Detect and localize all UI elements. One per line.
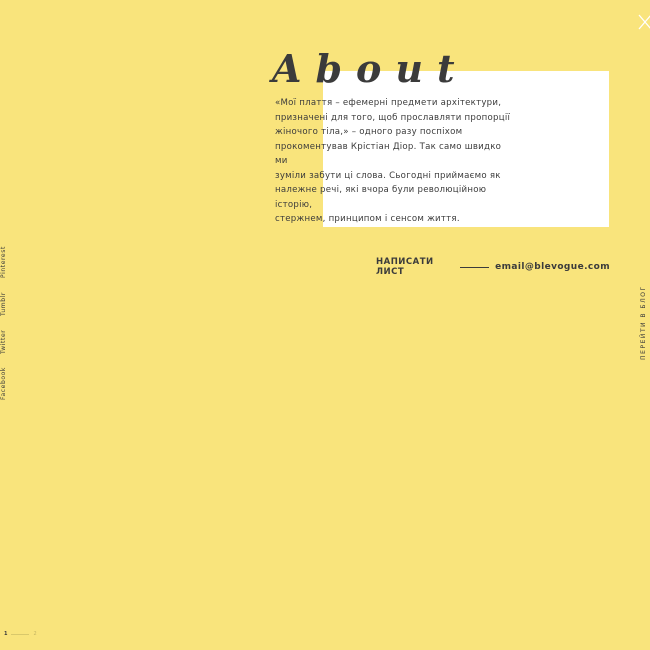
about-line: стержнем, принципом і сенсом життя. — [275, 214, 460, 224]
about-line: «Мої плаття – ефемерні предмети архітект… — [275, 98, 502, 108]
about-line: жіночого тіла,» – одного разу поспіхом — [275, 127, 463, 137]
social-nav: Facebook Twitter Tumblr Pinterest — [0, 246, 10, 402]
go-to-blog-link[interactable]: ПЕРЕЙТИ В БЛОГ — [640, 285, 647, 360]
about-line: призначені для того, щоб прославляти про… — [275, 112, 511, 123]
pager-divider — [11, 633, 30, 635]
close-icon[interactable] — [638, 14, 650, 30]
social-link-facebook[interactable]: Facebook — [0, 367, 7, 400]
contact-row: НАПИСАТИ ЛИСТ email@blevogue.com — [376, 257, 610, 277]
about-text: «Мої плаття – ефемерні предмети архітект… — [275, 96, 511, 227]
about-line: належне речі, які вчора були революційно… — [275, 185, 487, 210]
current-page: 1 — [4, 631, 8, 637]
divider-line — [460, 266, 490, 268]
social-link-pinterest[interactable]: Pinterest — [0, 246, 7, 278]
about-line: прокоментував Крістіан Діор. Так само шв… — [275, 141, 502, 167]
about-line: зуміли забути ці слова. Сьогодні приймає… — [275, 170, 501, 181]
social-link-tumblr[interactable]: Tumblr — [0, 292, 7, 316]
page-counter: 1 2 — [4, 631, 37, 637]
social-link-twitter[interactable]: Twitter — [0, 330, 7, 354]
total-pages: 2 — [33, 631, 37, 637]
write-letter-label: НАПИСАТИ ЛИСТ — [376, 257, 434, 277]
email-link[interactable]: email@blevogue.com — [495, 262, 610, 272]
page-title: About — [272, 46, 469, 91]
